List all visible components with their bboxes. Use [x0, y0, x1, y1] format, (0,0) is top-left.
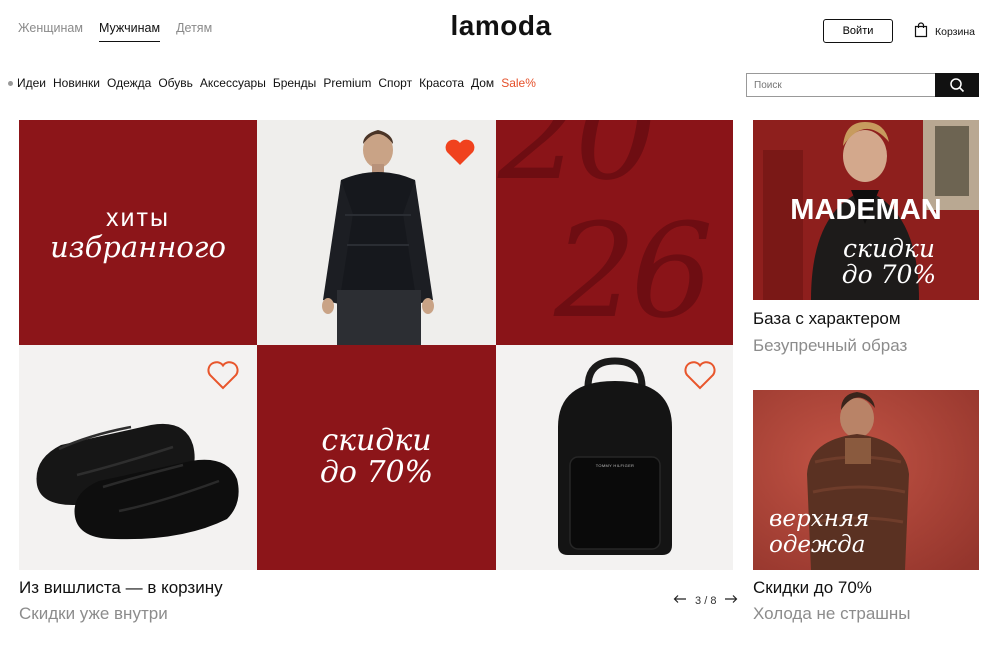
favorite-filled-icon[interactable] [444, 138, 476, 171]
banner-tile-sale: скидки до 70% [257, 345, 496, 570]
nav-item-brands[interactable]: Бренды [273, 76, 316, 90]
cart-label: Корзина [935, 25, 975, 38]
mademan-sale-line1: скидки [843, 234, 935, 263]
banner-caption-title[interactable]: Из вишлиста — в корзину [19, 578, 223, 598]
banner-tile-hits: хиты избранного [19, 120, 257, 345]
promo-card-mademan[interactable]: MADEMAN скидки до 70% [753, 120, 979, 300]
backpack-brand-label: TOMMY HILFIGER [595, 463, 635, 468]
banner-title-hits: хиты [106, 204, 170, 232]
nav-item-clothes[interactable]: Одежда [107, 76, 151, 90]
promo2-title[interactable]: Скидки до 70% [753, 578, 872, 598]
year-top-digits: 20 [498, 120, 657, 209]
favorite-outline-icon[interactable] [683, 361, 717, 396]
banner-title-favorites: избранного [50, 230, 226, 264]
nav-item-beauty[interactable]: Красота [419, 76, 464, 90]
ideas-dot-icon [8, 80, 13, 86]
search-icon [950, 78, 965, 93]
pager-counter: 3 / 8 [695, 595, 716, 607]
nav-item-new[interactable]: Новинки [53, 76, 100, 90]
nav-item-sport[interactable]: Спорт [378, 76, 412, 90]
pager-total: 8 [710, 594, 717, 607]
promo1-title[interactable]: База с характером [753, 309, 901, 329]
banner-sale-line1: скидки [321, 423, 432, 458]
favorite-outline-icon[interactable] [206, 361, 240, 396]
outerwear-line2: одежда [769, 532, 866, 558]
pager-separator: / [704, 594, 708, 607]
arrow-right-icon[interactable] [724, 594, 738, 607]
nav-item-ideas[interactable]: Идеи [17, 76, 46, 90]
mademan-brand: MADEMAN [790, 194, 942, 226]
banner-tile-backpack: TOMMY HILFIGER [496, 345, 733, 570]
category-nav: Идеи Новинки Одежда Обувь Аксессуары Бре… [8, 76, 536, 90]
promo-card-outerwear[interactable]: верхняя одежда [753, 390, 979, 570]
cart-button[interactable]: Корзина [914, 22, 975, 41]
cart-icon [914, 22, 928, 41]
search-input[interactable] [746, 73, 936, 97]
search-button[interactable] [935, 73, 979, 97]
nav-item-sale[interactable]: Sale% [501, 76, 536, 90]
main-banner[interactable]: хиты избранного 20 26 скидки до 70% TOMM… [19, 120, 733, 570]
arrow-left-icon[interactable] [673, 594, 687, 607]
year-bottom-digits: 26 [554, 195, 713, 345]
mademan-sale-line2: до 70% [841, 260, 937, 289]
banner-tile-jacket [257, 120, 496, 345]
carousel-pager: 3 / 8 [673, 594, 738, 607]
promo1-subtitle: Безупречный образ [753, 336, 908, 355]
nav-item-home[interactable]: Дом [471, 76, 494, 90]
banner-caption-subtitle: Скидки уже внутри [19, 604, 168, 623]
banner-tile-year: 20 26 [496, 120, 733, 345]
banner-sale-line2: до 70% [319, 455, 434, 490]
promo2-subtitle: Холода не страшны [753, 604, 911, 623]
banner-tile-slippers [19, 345, 257, 570]
outerwear-line1: верхняя [769, 506, 870, 532]
nav-item-accessories[interactable]: Аксессуары [200, 76, 266, 90]
nav-item-shoes[interactable]: Обувь [158, 76, 193, 90]
pager-current: 3 [695, 594, 702, 607]
nav-item-premium[interactable]: Premium [323, 76, 371, 90]
login-button[interactable]: Войти [823, 19, 893, 43]
